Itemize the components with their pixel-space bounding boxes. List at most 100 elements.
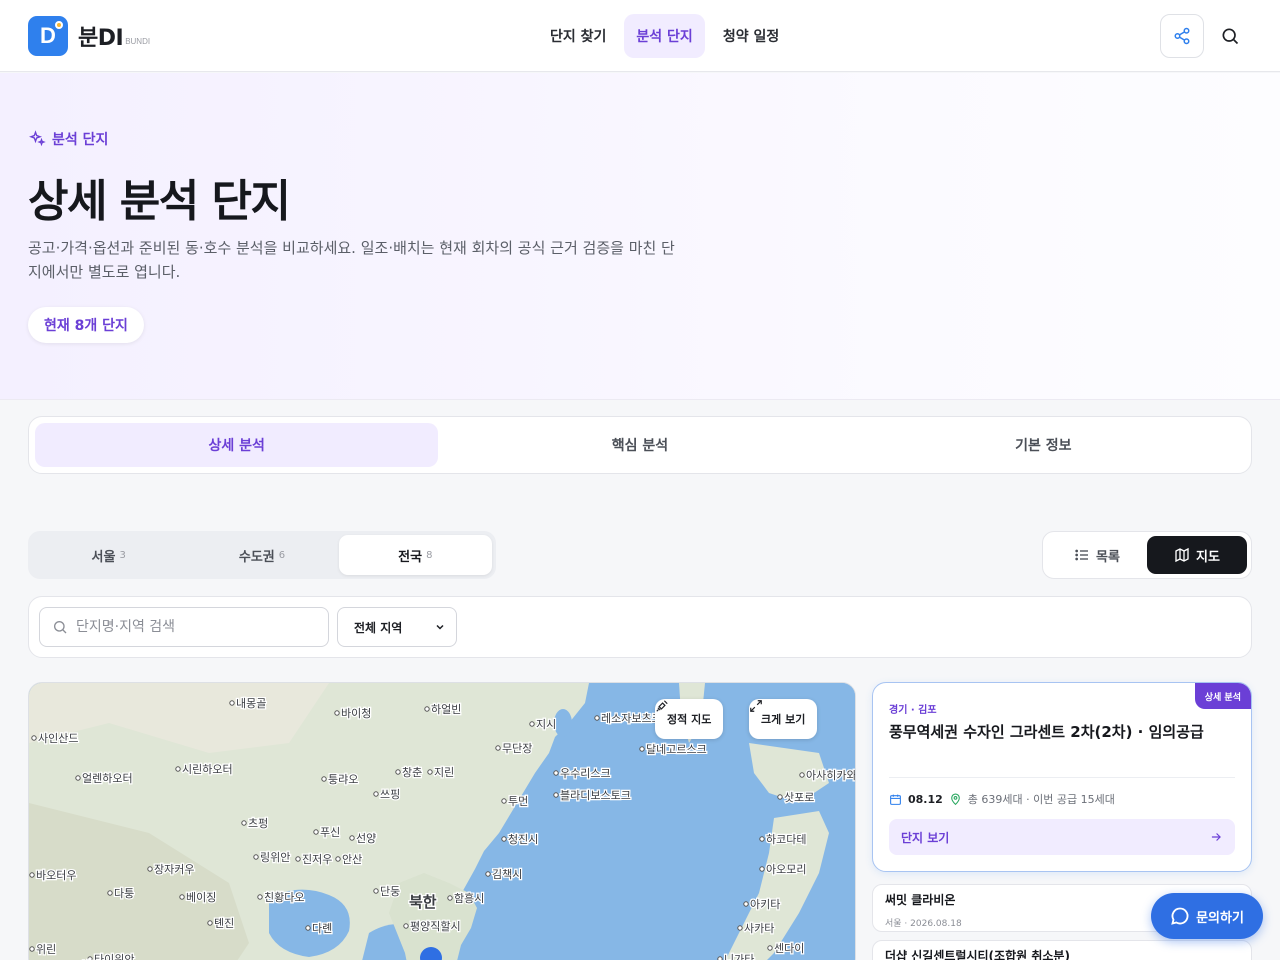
region-nationwide-count: 8 xyxy=(426,549,433,561)
map-place-dot xyxy=(257,894,263,900)
map-place-name: 아사히카와 xyxy=(806,768,856,782)
tab-basic-info[interactable]: 기본 정보 xyxy=(842,423,1245,467)
static-map-button[interactable]: 정적 지도 xyxy=(655,699,724,739)
expand-icon xyxy=(750,700,762,712)
map-place-name: 북한 xyxy=(409,893,437,911)
map-place-dot xyxy=(594,715,600,721)
view-list-button[interactable]: 목록 xyxy=(1047,536,1147,574)
brand-logo[interactable]: D 분DI BUNDI xyxy=(28,16,150,56)
map-place-name: 사인산드 xyxy=(38,732,78,745)
map-place-dot xyxy=(305,925,311,931)
map-place-label: 베이징 xyxy=(179,890,218,905)
map-place-name: 푸신 xyxy=(320,826,340,839)
share-button[interactable] xyxy=(1160,14,1204,58)
view-map-button[interactable]: 지도 xyxy=(1147,536,1247,574)
list-icon xyxy=(1075,549,1089,561)
map-place-name: 친황다오 xyxy=(264,891,304,904)
location-pin-icon xyxy=(950,793,960,805)
logo-text: 분DI xyxy=(78,26,124,51)
expand-map-label: 크게 보기 xyxy=(761,713,806,726)
map-place-dot xyxy=(395,769,401,775)
map-place-label: 센다이 xyxy=(767,941,806,956)
complex-list-item[interactable]: 더샵 신길센트럴시티(조합원 취소분) xyxy=(872,940,1252,960)
map-place-name: 블라디보스토크 xyxy=(560,789,631,802)
static-map-label: 정적 지도 xyxy=(667,713,712,726)
card-divider xyxy=(889,777,1235,778)
header-search-button[interactable] xyxy=(1212,18,1248,54)
region-filter: 서울 3 수도권 6 전국 8 xyxy=(28,531,496,579)
featured-complex-card[interactable]: 상세 분석 경기 · 김포 풍무역세권 수자인 그라센트 2차(2차) · 임의… xyxy=(872,682,1252,872)
region-select-value: 전체 지역 xyxy=(354,620,403,635)
map-place-label: 장자커우 xyxy=(147,862,196,877)
chat-bubble-icon xyxy=(1171,907,1189,925)
map-place-name: 쓰핑 xyxy=(380,788,400,801)
logo-dot xyxy=(55,21,63,29)
map-place-label: 니가타 xyxy=(717,952,756,960)
map-place-name: 안산 xyxy=(342,853,362,866)
map-place-dot xyxy=(334,710,340,716)
region-seoul[interactable]: 서울 3 xyxy=(32,535,185,575)
search-icon xyxy=(54,621,67,634)
map-place-name: 베이징 xyxy=(186,891,216,904)
sparkle-icon xyxy=(29,130,46,147)
map-place-label: 바이청 xyxy=(334,706,373,721)
map-place-name: 삿포로 xyxy=(784,791,814,804)
expand-map-button[interactable]: 크게 보기 xyxy=(749,699,818,739)
map-place-name: 츠펑 xyxy=(248,817,268,830)
map-place-dot xyxy=(349,835,355,841)
map-place-name: 지시 xyxy=(536,718,556,731)
map-place-label: 우수리스크 xyxy=(553,766,612,781)
map-place-label: 김책시 xyxy=(485,867,524,882)
map-place-name: 단둥 xyxy=(380,885,400,898)
map-place-dot xyxy=(31,735,37,741)
region-nationwide[interactable]: 전국 8 xyxy=(338,535,492,575)
map-place-name: 레소자보츠크 xyxy=(601,712,662,725)
map-place-dot xyxy=(147,866,153,872)
map-place-label: 아사히카와 xyxy=(799,767,856,783)
map-place-dot xyxy=(485,871,491,877)
region-seoul-count: 3 xyxy=(119,549,126,561)
analysis-tabs: 상세 분석 핵심 분석 기본 정보 xyxy=(28,416,1252,474)
nav-analysis-complex[interactable]: 분석 단지 xyxy=(624,14,705,58)
map-place-dot xyxy=(175,766,181,772)
map-place-dot xyxy=(501,798,507,804)
map-place-label: 달네고르스크 xyxy=(639,742,708,757)
map-place-name: 투먼 xyxy=(508,795,528,808)
map-place-dot xyxy=(777,794,783,800)
map-place-name: 선양 xyxy=(356,832,376,845)
logo-letter: D xyxy=(40,23,56,48)
map-place-name: 아키타 xyxy=(750,898,780,911)
map-place-dot xyxy=(335,856,341,862)
map-icon xyxy=(1175,547,1189,563)
map-place-name: 달네고르스크 xyxy=(646,743,707,756)
map-place-name: 링위안 xyxy=(260,851,290,864)
map-place-label: 진저우 xyxy=(295,852,334,867)
map-place-name: 우수리스크 xyxy=(560,767,611,780)
complex-map[interactable]: 내몽골 바이청 하얼빈 레소자보츠크 지시 사인산드 무단장 달네고르스크 시린하오터 창춘 지린 우… xyxy=(28,682,856,960)
map-place-label: 삿포로 xyxy=(777,790,816,805)
map-place-name: 위린 xyxy=(36,943,56,956)
map-place-dot xyxy=(553,770,559,776)
region-select[interactable]: 전체 지역 xyxy=(337,607,457,647)
tab-core-analysis[interactable]: 핵심 분석 xyxy=(438,423,841,467)
list-item-title: 더샵 신길센트럴시티(조합원 취소분) xyxy=(885,949,1070,960)
view-complex-button[interactable]: 단지 보기 xyxy=(889,819,1235,855)
complex-search-input[interactable] xyxy=(76,619,316,635)
inquiry-button[interactable]: 문의하기 xyxy=(1151,893,1263,939)
chevron-down-icon xyxy=(436,624,444,630)
map-place-dot xyxy=(107,890,113,896)
map-place-dot xyxy=(427,769,433,775)
search-field-wrapper xyxy=(39,607,329,647)
top-header: D 분DI BUNDI 단지 찾기 분석 단지 청약 일정 xyxy=(0,0,1280,72)
hero-section: 분석 단지 상세 분석 단지 공고·가격·옵션과 준비된 동·호수 분석을 비교… xyxy=(0,73,1280,400)
region-capital-area[interactable]: 수도권 6 xyxy=(185,535,338,575)
map-place-name: 바이청 xyxy=(341,707,371,720)
map-place-label: 링위안 xyxy=(253,850,292,865)
map-place-dot xyxy=(529,721,535,727)
map-place-dot xyxy=(799,772,805,778)
map-place-label: 시린하오터 xyxy=(175,761,234,777)
map-place-dot xyxy=(447,895,453,901)
nav-subscription-schedule[interactable]: 청약 일정 xyxy=(711,14,791,58)
tab-detailed-analysis[interactable]: 상세 분석 xyxy=(35,423,439,467)
nav-find-complex[interactable]: 단지 찾기 xyxy=(538,14,618,58)
